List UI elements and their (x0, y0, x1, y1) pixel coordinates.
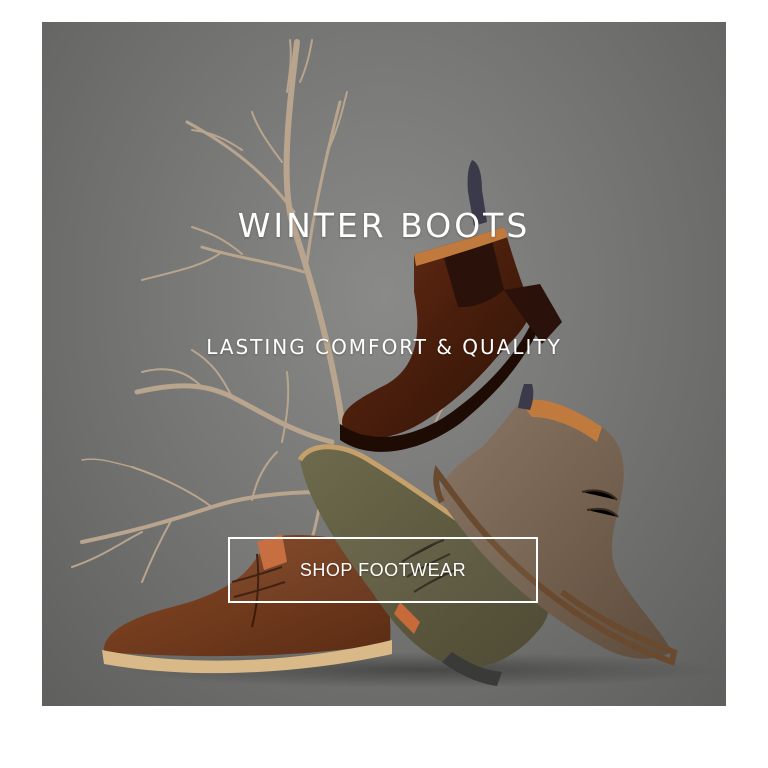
subheadline: LASTING COMFORT & QUALITY (206, 335, 562, 359)
product-scene (71, 39, 722, 688)
shop-footwear-button[interactable]: SHOP FOOTWEAR (228, 537, 538, 603)
hero-banner[interactable]: WINTER BOOTS LASTING COMFORT & QUALITY S… (42, 22, 726, 706)
headline: WINTER BOOTS (237, 206, 531, 245)
